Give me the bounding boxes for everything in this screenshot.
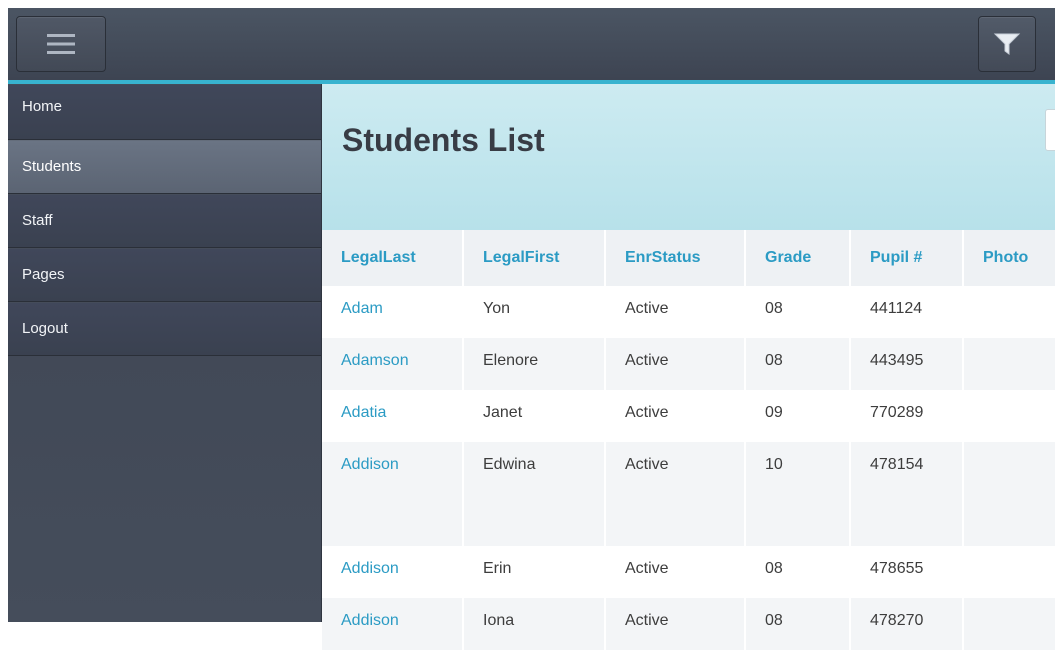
legal-first-cell: Elenore bbox=[464, 338, 606, 390]
enr-status-cell: Active bbox=[606, 598, 746, 650]
pupil-number-cell: 441124 bbox=[851, 286, 964, 338]
table-row[interactable]: Adamson Elenore Active 08 443495 bbox=[322, 338, 1055, 390]
grade-cell: 08 bbox=[746, 338, 851, 390]
grade-cell: 09 bbox=[746, 390, 851, 442]
hamburger-menu-icon bbox=[47, 34, 75, 54]
legal-first-cell: Yon bbox=[464, 286, 606, 338]
photo-cell bbox=[964, 598, 1055, 650]
students-table: LegalLast LegalFirst EnrStatus Grade Pup… bbox=[322, 230, 1055, 650]
menu-button[interactable] bbox=[16, 16, 106, 72]
sidebar-item-home[interactable]: Home bbox=[8, 84, 321, 140]
grade-cell: 08 bbox=[746, 286, 851, 338]
legal-first-cell: Iona bbox=[464, 598, 606, 650]
legal-last-link[interactable]: Adatia bbox=[322, 390, 464, 442]
table-row[interactable]: Addison Iona Active 08 478270 bbox=[322, 598, 1055, 650]
column-header-grade[interactable]: Grade bbox=[746, 230, 851, 286]
pupil-number-cell: 770289 bbox=[851, 390, 964, 442]
photo-cell bbox=[964, 390, 1055, 442]
photo-cell bbox=[964, 546, 1055, 598]
grade-cell: 08 bbox=[746, 546, 851, 598]
column-header-enrstatus[interactable]: EnrStatus bbox=[606, 230, 746, 286]
photo-cell bbox=[964, 338, 1055, 390]
pupil-number-cell: 478154 bbox=[851, 442, 964, 546]
sidebar-item-pages[interactable]: Pages bbox=[8, 248, 321, 302]
grade-cell: 08 bbox=[746, 598, 851, 650]
filter-button[interactable] bbox=[978, 16, 1036, 72]
page-header: Students List bbox=[322, 84, 1055, 230]
table-row[interactable]: Addison Edwina Active 10 478154 bbox=[322, 442, 1055, 546]
legal-first-cell: Janet bbox=[464, 390, 606, 442]
top-bar bbox=[8, 8, 1055, 84]
sidebar-item-students[interactable]: Students bbox=[8, 140, 321, 194]
table-row[interactable]: Addison Erin Active 08 478655 bbox=[322, 546, 1055, 598]
enr-status-cell: Active bbox=[606, 390, 746, 442]
enr-status-cell: Active bbox=[606, 442, 746, 546]
grade-cell: 10 bbox=[746, 442, 851, 546]
legal-last-link[interactable]: Addison bbox=[322, 598, 464, 650]
pupil-number-cell: 478270 bbox=[851, 598, 964, 650]
legal-first-cell: Erin bbox=[464, 546, 606, 598]
sidebar-item-logout[interactable]: Logout bbox=[8, 302, 321, 356]
column-header-pupil-number[interactable]: Pupil # bbox=[851, 230, 964, 286]
search-input[interactable] bbox=[1045, 109, 1055, 151]
pupil-number-cell: 478655 bbox=[851, 546, 964, 598]
enr-status-cell: Active bbox=[606, 286, 746, 338]
column-header-photo[interactable]: Photo bbox=[964, 230, 1055, 286]
enr-status-cell: Active bbox=[606, 338, 746, 390]
page-title: Students List bbox=[342, 122, 545, 158]
legal-last-link[interactable]: Adam bbox=[322, 286, 464, 338]
column-header-legalfirst[interactable]: LegalFirst bbox=[464, 230, 606, 286]
funnel-filter-icon bbox=[993, 33, 1021, 55]
enr-status-cell: Active bbox=[606, 546, 746, 598]
photo-cell bbox=[964, 442, 1055, 546]
table-row[interactable]: Adam Yon Active 08 441124 bbox=[322, 286, 1055, 338]
column-header-legallast[interactable]: LegalLast bbox=[322, 230, 464, 286]
table-header-row: LegalLast LegalFirst EnrStatus Grade Pup… bbox=[322, 230, 1055, 286]
frame-edge bbox=[0, 0, 8, 622]
sidebar: Home Students Staff Pages Logout bbox=[8, 84, 322, 622]
sidebar-item-staff[interactable]: Staff bbox=[8, 194, 321, 248]
legal-last-link[interactable]: Addison bbox=[322, 442, 464, 546]
legal-last-link[interactable]: Adamson bbox=[322, 338, 464, 390]
photo-cell bbox=[964, 286, 1055, 338]
legal-first-cell: Edwina bbox=[464, 442, 606, 546]
pupil-number-cell: 443495 bbox=[851, 338, 964, 390]
table-row[interactable]: Adatia Janet Active 09 770289 bbox=[322, 390, 1055, 442]
legal-last-link[interactable]: Addison bbox=[322, 546, 464, 598]
